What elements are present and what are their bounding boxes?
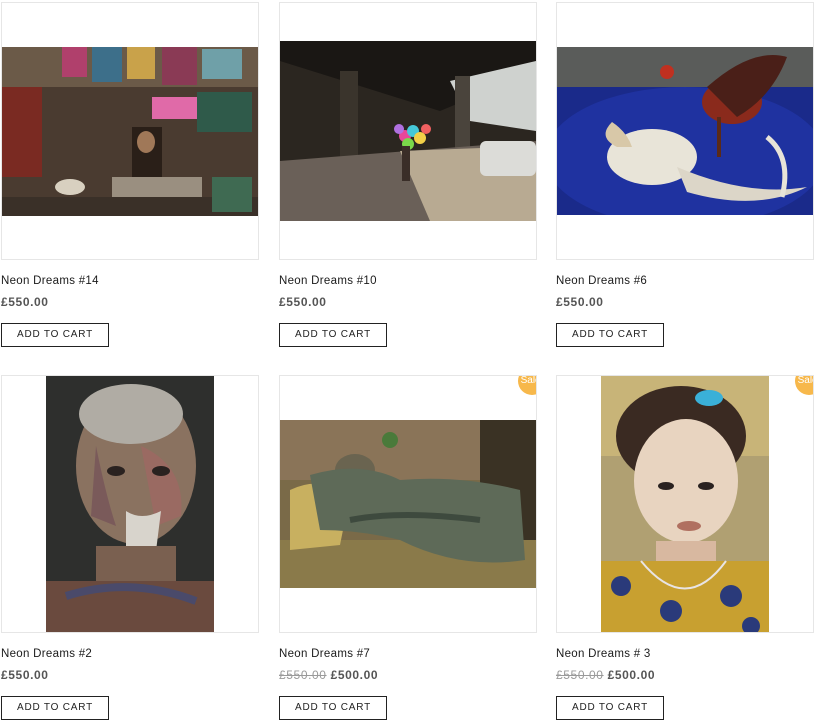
product-image-frame[interactable]: [279, 2, 537, 260]
product-photo: [280, 420, 536, 588]
product-photo: [46, 376, 214, 632]
product-price: £550.00 £500.00: [556, 668, 655, 682]
price-value: £500.00: [330, 668, 379, 682]
sale-badge: Sale!: [518, 376, 536, 395]
product-photo: [2, 47, 258, 216]
product-card: Sale! Neon Dreams #7 £550.00£500.00 ADD …: [279, 375, 537, 720]
add-to-cart-button[interactable]: ADD TO CART: [279, 323, 387, 347]
add-to-cart-button[interactable]: ADD TO CART: [1, 696, 109, 720]
product-image-frame[interactable]: [556, 2, 814, 260]
price-value: £550.00: [279, 295, 327, 309]
product-image-frame[interactable]: Sale!: [279, 375, 537, 633]
product-title[interactable]: Neon Dreams #14: [1, 275, 99, 287]
product-price: £550.00 £500.00: [279, 668, 378, 682]
product-price: £550.00: [556, 295, 604, 309]
product-image-frame[interactable]: [1, 2, 259, 260]
product-title[interactable]: Neon Dreams #2: [1, 648, 92, 660]
product-card: Sale! Neon Dreams # 3 £550.00£500.00 ADD…: [556, 375, 814, 720]
product-photo: [280, 41, 536, 221]
product-card: Neon Dreams #14 £550.00 ADD TO CART: [1, 2, 259, 347]
product-card: Neon Dreams #6 £550.00 ADD TO CART: [556, 2, 814, 347]
price-value: £550.00: [1, 668, 49, 682]
old-price: £550.00: [279, 668, 327, 682]
old-price: £550.00: [556, 668, 604, 682]
product-card: Neon Dreams #2 £550.00 ADD TO CART: [1, 375, 259, 720]
price-value: £500.00: [607, 668, 656, 682]
product-title[interactable]: Neon Dreams #10: [279, 275, 377, 287]
add-to-cart-button[interactable]: ADD TO CART: [1, 323, 109, 347]
product-card: Neon Dreams #10 £550.00 ADD TO CART: [279, 2, 537, 347]
add-to-cart-button[interactable]: ADD TO CART: [556, 696, 664, 720]
product-photo: [557, 47, 813, 215]
product-image-frame[interactable]: Sale!: [556, 375, 814, 633]
price-value: £550.00: [556, 295, 604, 309]
add-to-cart-button[interactable]: ADD TO CART: [556, 323, 664, 347]
product-price: £550.00: [1, 295, 49, 309]
product-title[interactable]: Neon Dreams #7: [279, 648, 370, 660]
add-to-cart-button[interactable]: ADD TO CART: [279, 696, 387, 720]
product-title[interactable]: Neon Dreams #6: [556, 275, 647, 287]
product-image-frame[interactable]: [1, 375, 259, 633]
product-photo: [601, 376, 769, 632]
price-value: £550.00: [1, 295, 49, 309]
product-price: £550.00: [279, 295, 327, 309]
sale-badge: Sale!: [795, 376, 813, 395]
product-title[interactable]: Neon Dreams # 3: [556, 648, 651, 660]
product-price: £550.00: [1, 668, 49, 682]
